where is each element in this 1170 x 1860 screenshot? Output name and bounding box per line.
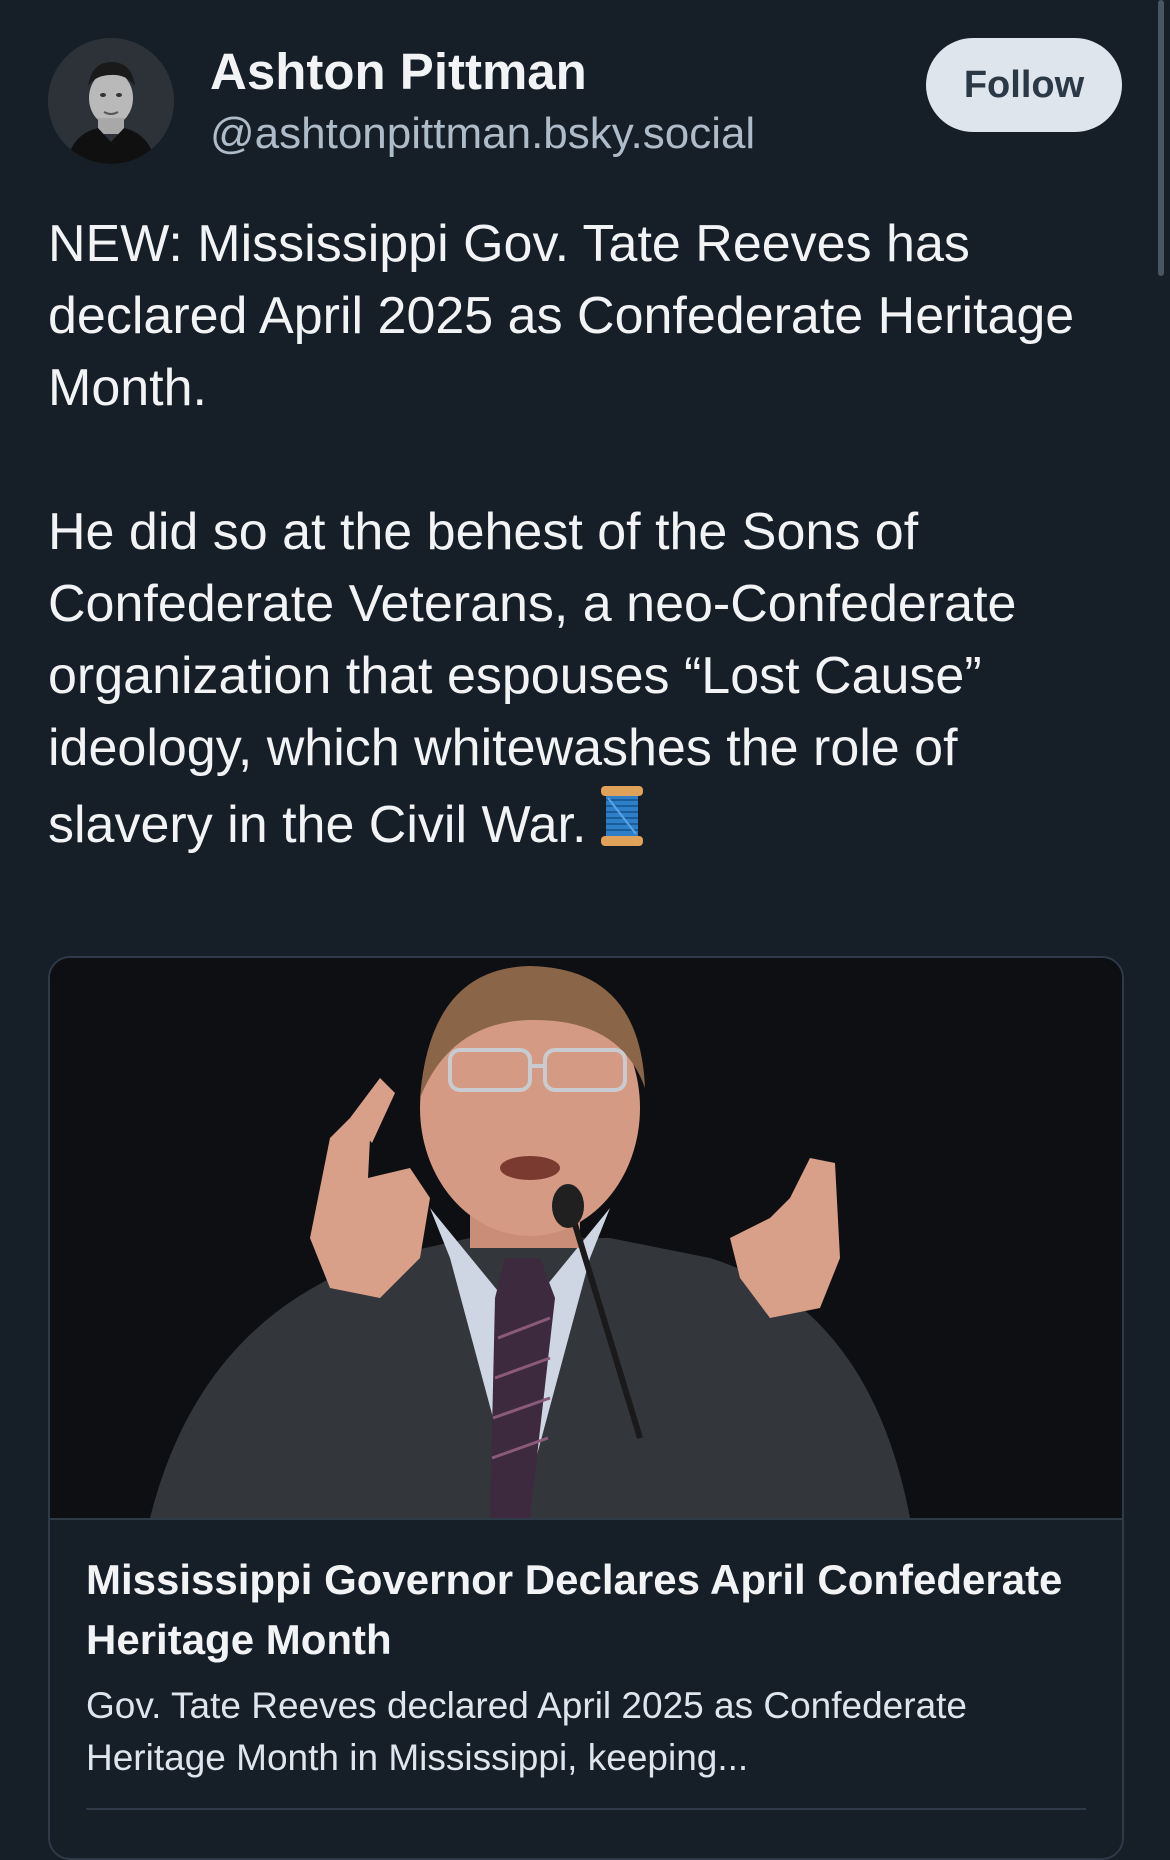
avatar-photo [48, 38, 174, 164]
post-paragraph-1: NEW: Mississippi Gov. Tate Reeves has de… [48, 215, 1075, 417]
link-card[interactable]: Mississippi Governor Declares April Conf… [48, 956, 1124, 1860]
author-avatar[interactable] [48, 38, 174, 164]
post-text: NEW: Mississippi Gov. Tate Reeves has de… [48, 208, 1122, 867]
follow-button[interactable]: Follow [926, 38, 1122, 132]
author-name[interactable]: Ashton Pittman [210, 42, 755, 102]
post-paragraph-2: He did so at the behest of the Sons of C… [48, 503, 1017, 854]
card-body: Mississippi Governor Declares April Conf… [50, 1520, 1122, 1810]
card-title[interactable]: Mississippi Governor Declares April Conf… [86, 1550, 1086, 1670]
spool-of-thread-icon [598, 784, 646, 867]
post: Ashton Pittman @ashtonpittman.bsky.socia… [48, 36, 1122, 867]
card-image [50, 958, 1122, 1520]
scrollbar[interactable] [1158, 0, 1164, 276]
author-info: Ashton Pittman @ashtonpittman.bsky.socia… [210, 42, 755, 164]
post-header: Ashton Pittman @ashtonpittman.bsky.socia… [48, 36, 1122, 164]
post-paragraph-2-wrapper: He did so at the behest of the Sons of C… [48, 496, 1122, 867]
author-handle[interactable]: @ashtonpittman.bsky.social [210, 104, 755, 164]
card-divider [86, 1808, 1086, 1810]
card-description: Gov. Tate Reeves declared April 2025 as … [86, 1685, 968, 1778]
